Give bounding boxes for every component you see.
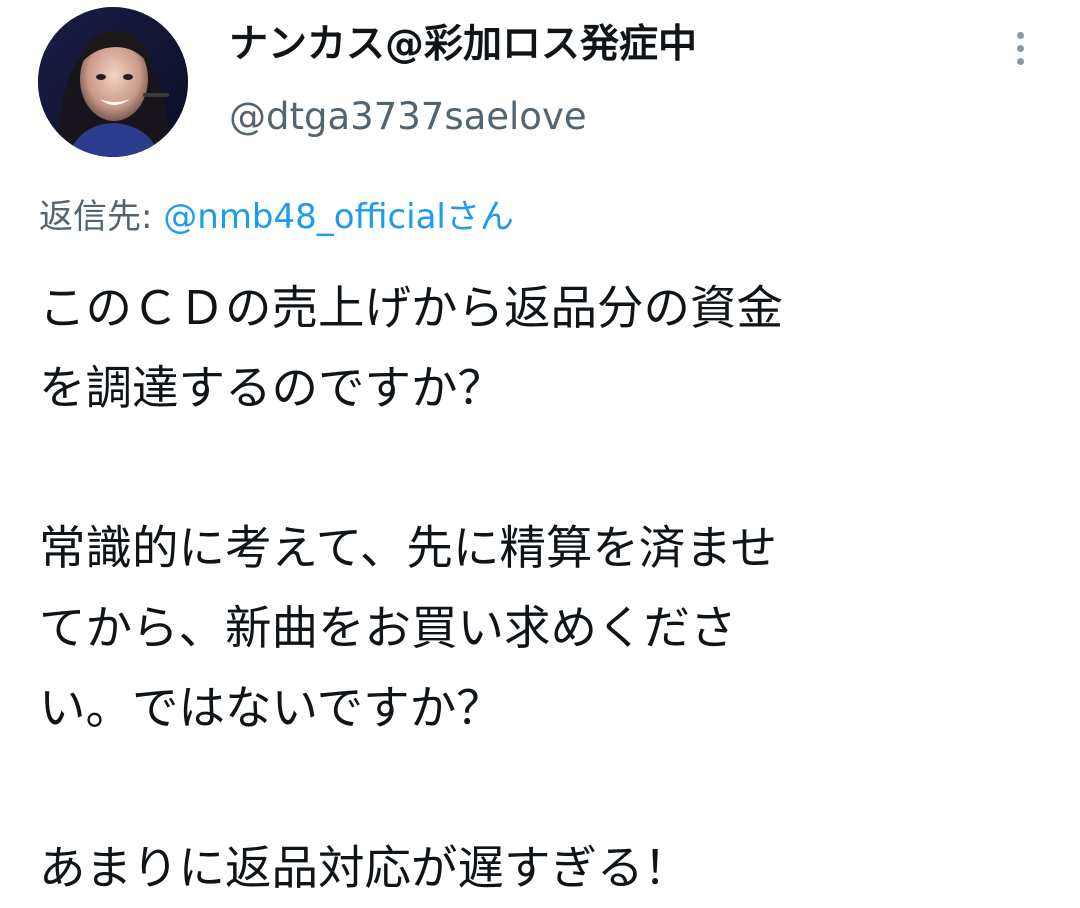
reply-to-line: 返信先: @nmb48_officialさん — [39, 194, 514, 240]
author-handle[interactable]: @dtga3737saelove — [229, 93, 587, 141]
tweet: ナンカス@彩加ロス発症中 @dtga3737saelove 返信先: @nmb4… — [0, 0, 1080, 895]
more-options-button[interactable] — [1003, 26, 1039, 70]
reply-to-label: 返信先: — [39, 197, 164, 237]
author-display-name[interactable]: ナンカス@彩加ロス発症中 — [229, 20, 697, 70]
reply-to-user-link[interactable]: @nmb48_officialさん — [163, 197, 514, 237]
author-avatar[interactable] — [38, 7, 188, 157]
tweet-text: このＣＤの売上げから返品分の資金 を調達するのですか？ 常識的に考えて、先に精算… — [39, 281, 783, 895]
avatar-image — [38, 7, 188, 157]
